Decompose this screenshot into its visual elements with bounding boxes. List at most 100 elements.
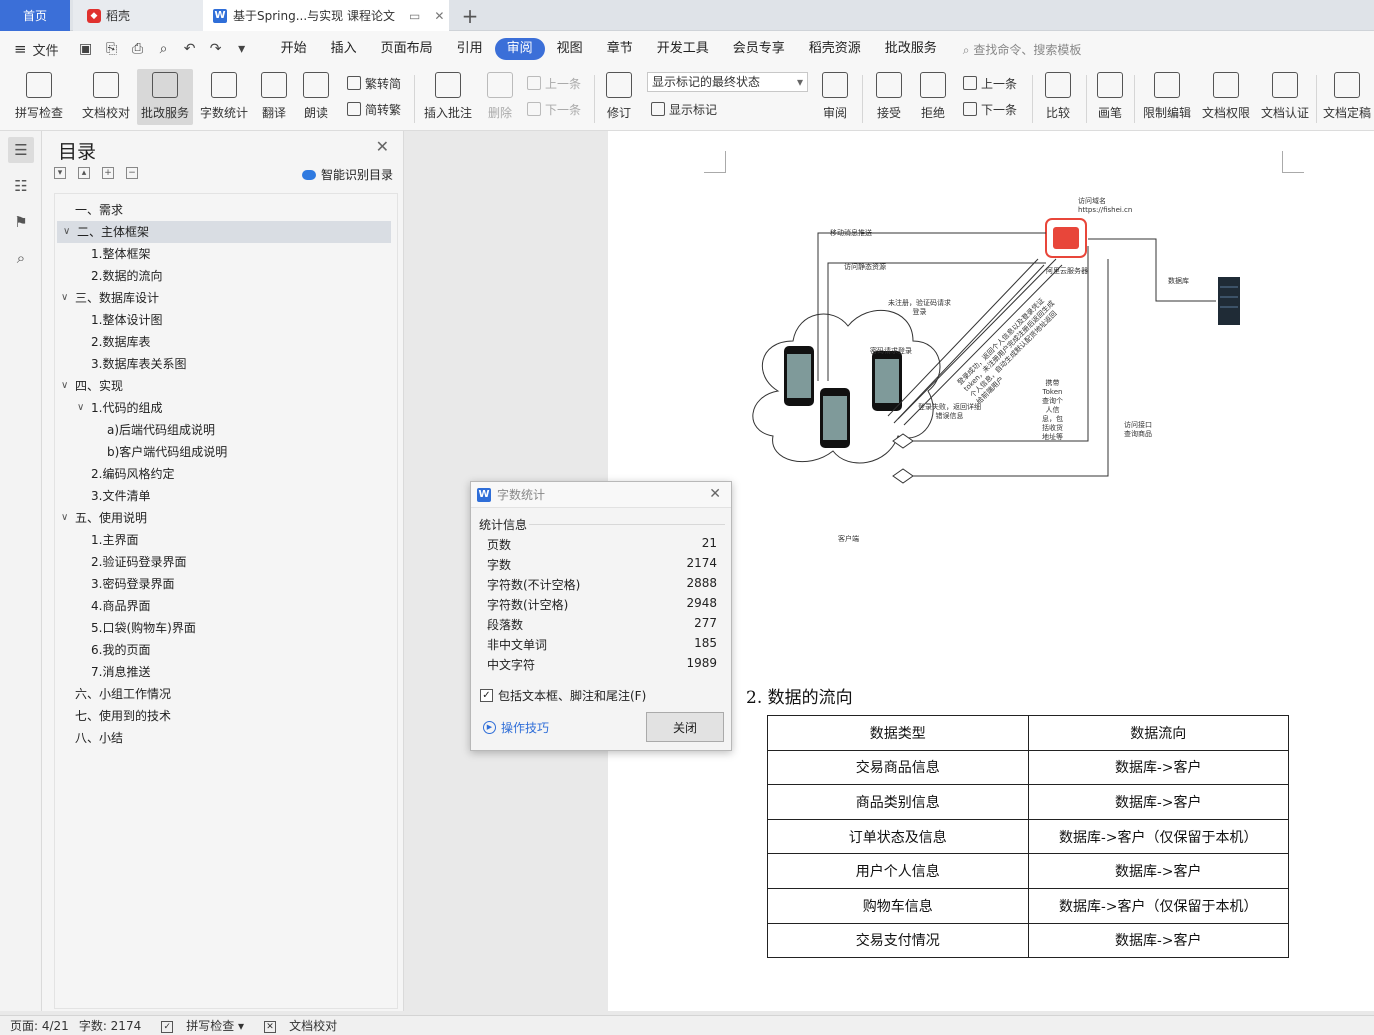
table-cell[interactable]: 购物车信息 (767, 887, 1029, 924)
correction-service-button[interactable]: 批改服务 (137, 69, 193, 125)
outline-icon[interactable]: ☷ (8, 173, 34, 199)
toc-item[interactable]: 3.密码登录界面 (55, 573, 397, 595)
bookmark-icon[interactable]: ⚑ (8, 209, 34, 235)
dialog-header[interactable]: W 字数统计 (471, 482, 731, 508)
toc-item[interactable]: 1.主界面 (55, 529, 397, 551)
table-cell[interactable]: 数据库->客户 (1027, 853, 1289, 889)
menu-tab-0[interactable]: 开始 (269, 38, 319, 60)
table-cell[interactable]: 数据库->客户（仅保留于本机） (1027, 887, 1289, 924)
close-icon[interactable]: ✕ (376, 137, 389, 156)
toc-item[interactable]: ∨ 四、实现 (55, 375, 397, 397)
toc-item[interactable]: a)后端代码组成说明 (55, 419, 397, 441)
tab-document[interactable]: W 基于Spring...与实现 课程论文 ▭ ✕ (203, 0, 449, 31)
command-search[interactable]: ⌕ 查找命令、搜索模板 (963, 41, 1082, 58)
next-change-button[interactable]: 下一条 (963, 99, 1017, 119)
expand-up-icon[interactable]: ▴ (78, 167, 90, 179)
new-tab-icon[interactable]: + (455, 0, 485, 31)
compare-button[interactable]: 比较 (1038, 69, 1078, 125)
smart-toc-button[interactable]: 智能识别目录 (301, 166, 393, 183)
menu-tab-2[interactable]: 页面布局 (369, 38, 445, 60)
review-pane-button[interactable]: 审阅 (816, 69, 854, 125)
menu-tab-4[interactable]: 审阅 (494, 38, 545, 60)
toc-item[interactable]: 3.数据库表关系图 (55, 353, 397, 375)
proofread-button[interactable]: 文档校对 (78, 69, 134, 125)
file-menu[interactable]: ≡ 文件 (14, 40, 59, 59)
pen-button[interactable]: 画笔 (1092, 69, 1128, 125)
accept-change-button[interactable]: 接受 (870, 69, 908, 125)
doc-certify-button[interactable]: 文档认证 (1258, 69, 1312, 125)
markup-state-select[interactable]: 显示标记的最终状态 (647, 72, 808, 92)
menu-tab-1[interactable]: 插入 (319, 38, 369, 60)
toc-item[interactable]: 一、需求 (55, 199, 397, 221)
toc-item[interactable]: 2.数据的流向 (55, 265, 397, 287)
add-heading-icon[interactable]: + (102, 167, 114, 179)
menu-tab-3[interactable]: 引用 (445, 38, 495, 60)
table-cell[interactable]: 订单状态及信息 (767, 818, 1029, 855)
table-cell[interactable]: 数据库->客户（仅保留于本机） (1027, 818, 1289, 855)
table-cell[interactable]: 商品类别信息 (767, 784, 1029, 820)
next-comment-button[interactable]: 下一条 (527, 99, 581, 119)
reject-change-button[interactable]: 拒绝 (914, 69, 952, 125)
table-cell[interactable]: 交易支付情况 (767, 922, 1029, 959)
export-pdf-icon[interactable]: ⎘ (99, 41, 125, 57)
show-markup-button[interactable]: 显示标记 (651, 99, 717, 119)
table-cell[interactable]: 数据库->客户 (1027, 784, 1289, 820)
word-count-indicator[interactable]: 字数: 2174 (79, 1017, 141, 1034)
spell-check-toggle[interactable]: ✓ 拼写检查 ▾ (151, 1017, 244, 1034)
chevron-down-icon[interactable]: ∨ (61, 507, 68, 529)
collapse-all-icon[interactable]: ▾ (54, 167, 66, 179)
prev-change-button[interactable]: 上一条 (963, 73, 1017, 93)
prev-comment-button[interactable]: 上一条 (527, 73, 581, 93)
menu-tab-5[interactable]: 视图 (545, 38, 595, 60)
simp-to-trad-button[interactable]: 简转繁 (347, 99, 401, 119)
chevron-down-icon[interactable]: ∨ (61, 287, 68, 309)
spell-check-button[interactable]: 拼写检查 (8, 69, 70, 125)
table-cell[interactable]: 数据库->客户 (1027, 922, 1289, 959)
finalize-button[interactable]: 文档定稿 (1320, 69, 1374, 125)
toc-item[interactable]: b)客户端代码组成说明 (55, 441, 397, 463)
close-button[interactable]: 关闭 (646, 712, 724, 742)
toc-item[interactable]: 7.消息推送 (55, 661, 397, 683)
restrict-editing-button[interactable]: 限制编辑 (1140, 69, 1194, 125)
print-icon[interactable]: ⎙ (125, 41, 151, 57)
menu-tab-8[interactable]: 会员专享 (721, 38, 797, 60)
remove-heading-icon[interactable]: − (126, 167, 138, 179)
tab-daoke[interactable]: ◆ 稻壳 (73, 0, 203, 31)
toc-item[interactable]: 2.编码风格约定 (55, 463, 397, 485)
table-cell[interactable]: 用户个人信息 (767, 853, 1029, 889)
page-indicator[interactable]: 页面: 4/21 (10, 1017, 69, 1034)
toc-item[interactable]: 七、使用到的技术 (55, 705, 397, 727)
table-cell[interactable]: 交易商品信息 (767, 749, 1029, 786)
toc-item[interactable]: ∨ 三、数据库设计 (55, 287, 397, 309)
toc-item[interactable]: 六、小组工作情况 (55, 683, 397, 705)
toc-item[interactable]: 1.整体设计图 (55, 309, 397, 331)
menu-tab-6[interactable]: 章节 (595, 38, 645, 60)
include-footnotes-checkbox[interactable]: ✓ 包括文本框、脚注和尾注(F) (480, 687, 646, 704)
toc-item[interactable]: 2.验证码登录界面 (55, 551, 397, 573)
table-cell[interactable]: 数据流向 (1027, 715, 1289, 751)
toc-item[interactable]: 2.数据库表 (55, 331, 397, 353)
toc-item[interactable]: 4.商品界面 (55, 595, 397, 617)
print-preview-icon[interactable]: ⌕ (151, 41, 177, 57)
tab-home[interactable]: 首页 (0, 0, 70, 31)
toc-item[interactable]: 3.文件清单 (55, 485, 397, 507)
tab-pin-icon[interactable]: ▭ (409, 9, 420, 23)
more-icon[interactable]: ▾ (229, 41, 255, 57)
chevron-down-icon[interactable]: ∨ (77, 397, 84, 419)
close-icon[interactable]: ✕ (709, 486, 721, 502)
redo-icon[interactable]: ↷ (203, 41, 229, 57)
table-cell[interactable]: 数据类型 (767, 715, 1029, 751)
chevron-down-icon[interactable]: ∨ (63, 221, 70, 243)
tab-close-icon[interactable]: ✕ (434, 9, 444, 23)
undo-icon[interactable]: ↶ (177, 41, 203, 57)
save-icon[interactable]: ▣ (73, 41, 99, 57)
menu-tab-10[interactable]: 批改服务 (873, 38, 949, 60)
toc-item[interactable]: 5.口袋(购物车)界面 (55, 617, 397, 639)
menu-tab-7[interactable]: 开发工具 (645, 38, 721, 60)
toc-item[interactable]: 1.整体框架 (55, 243, 397, 265)
trad-to-simp-button[interactable]: 繁转简 (347, 73, 401, 93)
delete-comment-button[interactable]: 删除 (480, 69, 520, 125)
toc-item[interactable]: 6.我的页面 (55, 639, 397, 661)
search-icon[interactable]: ⌕ (8, 245, 34, 271)
toc-item[interactable]: 八、小结 (55, 727, 397, 749)
